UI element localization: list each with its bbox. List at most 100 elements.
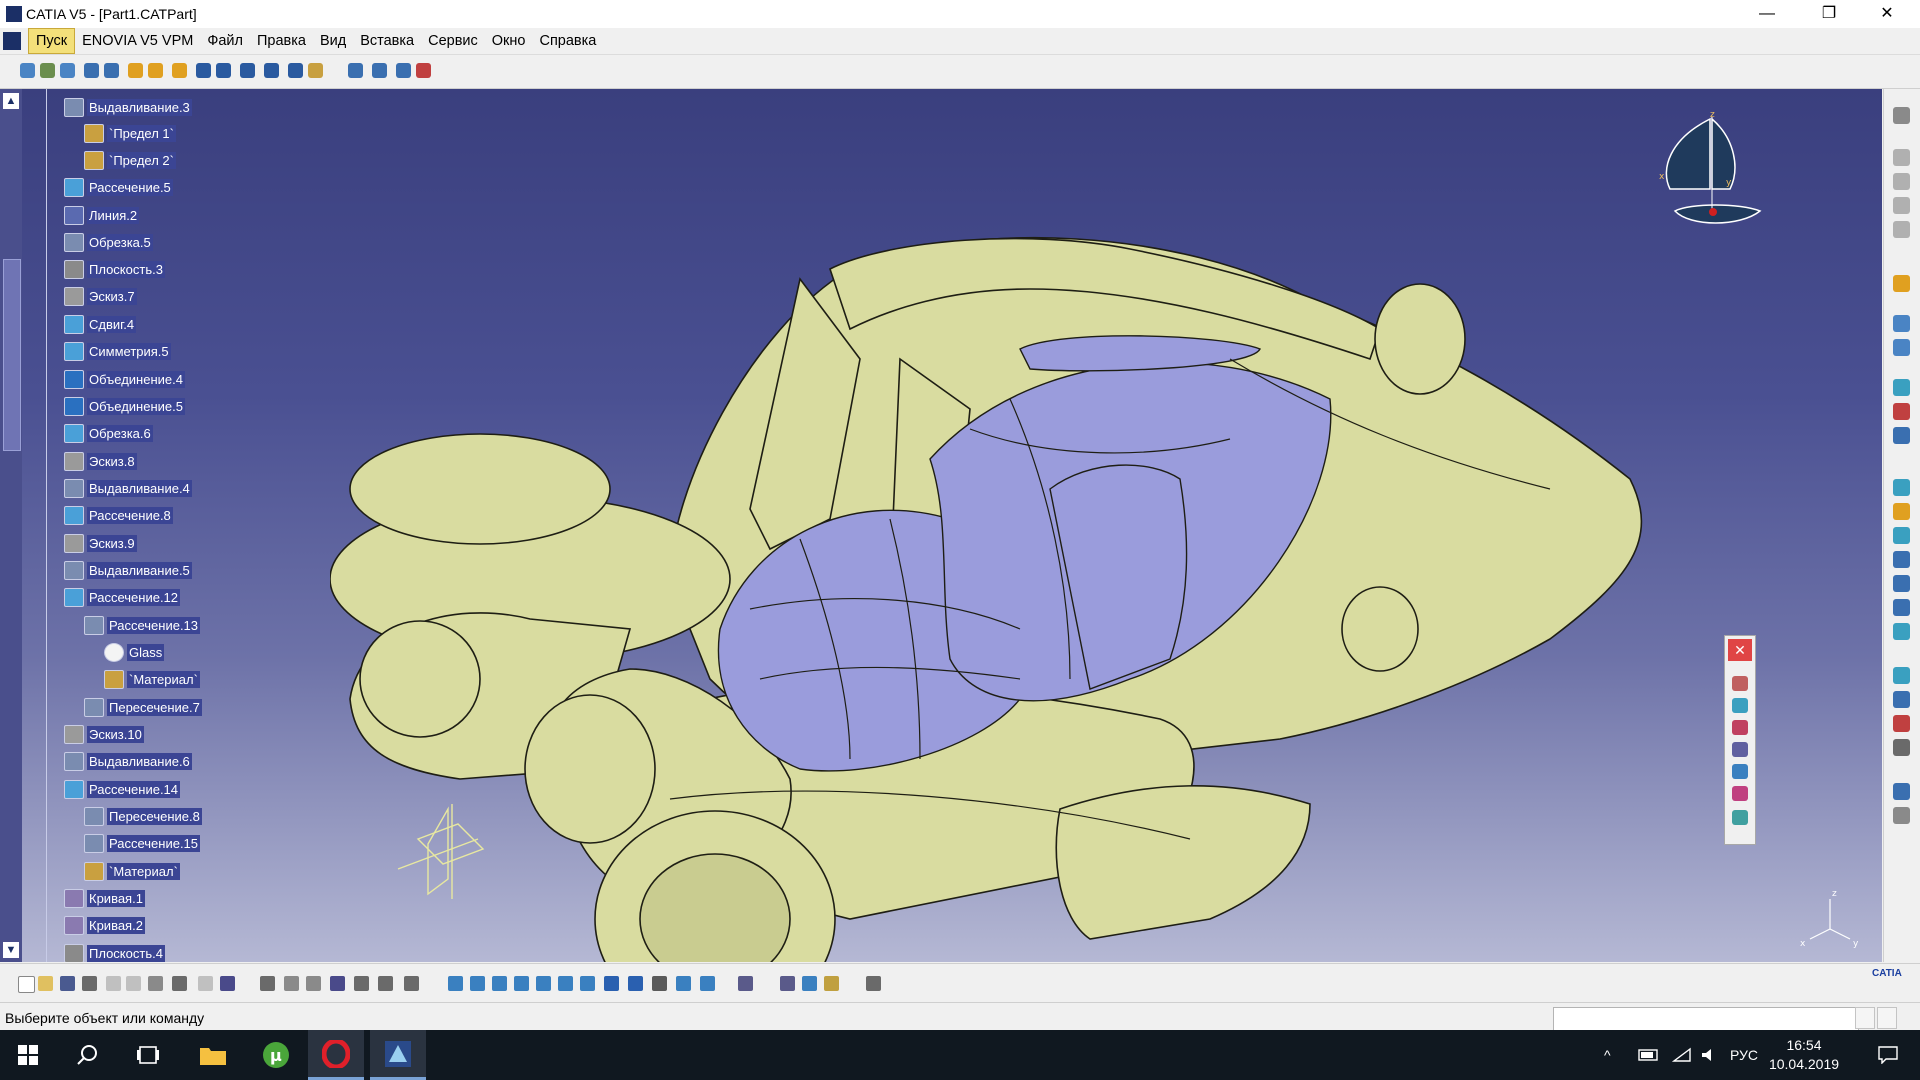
opera-icon[interactable] bbox=[308, 1030, 364, 1080]
analysis-tool-icon[interactable] bbox=[1893, 623, 1910, 640]
formula-icon[interactable] bbox=[260, 976, 275, 991]
menu-file[interactable]: Файл bbox=[200, 28, 250, 54]
undo-icon[interactable] bbox=[172, 976, 187, 991]
record-icon[interactable] bbox=[866, 976, 881, 991]
fit-all-icon[interactable] bbox=[470, 976, 485, 991]
line-tool-icon[interactable] bbox=[1893, 339, 1910, 356]
update-icon[interactable] bbox=[738, 976, 753, 991]
tree-node-label[interactable]: Выдавливание.4 bbox=[87, 479, 192, 497]
extract-tool-icon[interactable] bbox=[308, 63, 323, 78]
tree-node-label[interactable]: Выдавливание.6 bbox=[87, 752, 192, 770]
measure-icon[interactable] bbox=[404, 976, 419, 991]
notification-center-icon[interactable] bbox=[1878, 1030, 1898, 1080]
battery-icon[interactable] bbox=[1638, 1030, 1660, 1080]
corner-tool-icon[interactable] bbox=[1893, 691, 1910, 708]
wifi-icon[interactable] bbox=[1672, 1030, 1692, 1080]
tree-node[interactable]: `Предел 1` bbox=[84, 123, 176, 143]
copy-icon[interactable] bbox=[126, 976, 141, 991]
shading-tool-icon[interactable] bbox=[1732, 742, 1748, 757]
tree-node-label[interactable]: Выдавливание.5 bbox=[87, 561, 192, 579]
hide-icon[interactable] bbox=[780, 976, 795, 991]
environment-tool-icon[interactable] bbox=[1732, 764, 1748, 779]
boundary-tool-icon[interactable] bbox=[288, 63, 303, 78]
fill-tool-icon[interactable] bbox=[128, 63, 143, 78]
tree-node[interactable]: Сдвиг.4 bbox=[64, 314, 137, 334]
tree-node[interactable]: Выдавливание.6 bbox=[64, 751, 192, 771]
reference-icon[interactable] bbox=[378, 976, 393, 991]
tree-node-label[interactable]: Пересечение.7 bbox=[107, 698, 202, 716]
sketcher-icon[interactable] bbox=[1893, 107, 1910, 124]
loft-tool-icon[interactable] bbox=[148, 63, 163, 78]
tree-node-label[interactable]: Линия.2 bbox=[87, 206, 140, 224]
normal-view-icon[interactable] bbox=[580, 976, 595, 991]
catia-icon[interactable] bbox=[370, 1030, 426, 1080]
swap-space-icon[interactable] bbox=[700, 976, 715, 991]
tree-node-label[interactable]: Рассечение.15 bbox=[107, 834, 201, 852]
tree-node[interactable]: `Предел 2` bbox=[84, 150, 176, 170]
comment-icon[interactable] bbox=[284, 976, 299, 991]
scroll-down-arrow-icon[interactable]: ▼ bbox=[3, 942, 19, 958]
reorder-icon[interactable] bbox=[802, 976, 817, 991]
tree-node[interactable]: Обрезка.5 bbox=[64, 232, 153, 252]
sweep-tool-icon[interactable] bbox=[104, 63, 119, 78]
tree-node[interactable]: Выдавливание.5 bbox=[64, 560, 192, 580]
tree-node-label[interactable]: Плоскость.4 bbox=[87, 944, 165, 962]
menu-insert[interactable]: Вставка bbox=[353, 28, 421, 54]
tree-node-label[interactable]: Выдавливание.3 bbox=[87, 98, 192, 116]
symmetry-tool-icon[interactable] bbox=[396, 63, 411, 78]
circle-tool-icon[interactable] bbox=[1893, 503, 1910, 520]
search-icon[interactable] bbox=[60, 1030, 116, 1080]
restore-button[interactable]: ❐ bbox=[1806, 0, 1852, 28]
tree-node[interactable]: Симметрия.5 bbox=[64, 341, 171, 361]
tree-node-label[interactable]: Плоскость.3 bbox=[87, 260, 165, 278]
sphere-tool-icon[interactable] bbox=[60, 63, 75, 78]
clock[interactable]: 16:54 10.04.2019 bbox=[1746, 1036, 1862, 1074]
split-tool-icon[interactable] bbox=[240, 63, 255, 78]
tree-node-label[interactable]: Рассечение.12 bbox=[87, 588, 181, 606]
tree-node-label[interactable]: Пересечение.8 bbox=[107, 807, 202, 825]
table-icon[interactable] bbox=[330, 976, 345, 991]
tree-node-label[interactable]: Обрезка.6 bbox=[87, 424, 153, 442]
minimize-button[interactable]: — bbox=[1744, 0, 1790, 28]
tree-node[interactable]: Рассечение.13 bbox=[84, 615, 201, 635]
compass-icon[interactable]: x y z bbox=[1650, 109, 1790, 259]
tree-node[interactable]: Эскиз.9 bbox=[64, 533, 137, 553]
tray-chevron[interactable]: ^ bbox=[1604, 1030, 1611, 1080]
light-tool-icon[interactable] bbox=[1732, 786, 1748, 801]
intersection-tool-icon[interactable] bbox=[1893, 427, 1910, 444]
sphere-render-icon[interactable] bbox=[1732, 698, 1748, 713]
menu-help[interactable]: Справка bbox=[532, 28, 603, 54]
tree-node[interactable]: Рассечение.14 bbox=[64, 779, 181, 799]
pan-icon[interactable] bbox=[492, 976, 507, 991]
join-tool-icon[interactable] bbox=[196, 63, 211, 78]
floating-toolbar-close-icon[interactable]: ✕ bbox=[1728, 639, 1752, 661]
tree-node[interactable]: Кривая.2 bbox=[64, 915, 145, 935]
surface-tool-icon[interactable] bbox=[1893, 403, 1910, 420]
tree-node-label[interactable]: Объединение.5 bbox=[87, 397, 185, 415]
sphere-icon[interactable] bbox=[1893, 551, 1910, 568]
tree-node[interactable]: Рассечение.12 bbox=[64, 587, 181, 607]
tree-node-label[interactable]: `Предел 2` bbox=[107, 151, 176, 169]
task-view-icon[interactable] bbox=[120, 1030, 176, 1080]
new-file-icon[interactable] bbox=[18, 976, 35, 993]
scroll-thumb[interactable] bbox=[3, 259, 21, 451]
tree-node[interactable]: Пересечение.7 bbox=[84, 697, 202, 717]
tree-node[interactable]: Плоскость.4 bbox=[64, 943, 165, 962]
fly-mode-icon[interactable] bbox=[448, 976, 463, 991]
revolve-tool-icon[interactable] bbox=[40, 63, 55, 78]
tree-node[interactable]: Рассечение.15 bbox=[84, 833, 201, 853]
redo-icon[interactable] bbox=[198, 976, 213, 991]
tree-node-label[interactable]: Объединение.4 bbox=[87, 370, 185, 388]
tree-node[interactable]: `Материал` bbox=[84, 861, 180, 881]
trim-tool-icon[interactable] bbox=[264, 63, 279, 78]
healing-tool-icon[interactable] bbox=[216, 63, 231, 78]
shading-icon[interactable] bbox=[652, 976, 667, 991]
tree-node-label[interactable]: Эскиз.10 bbox=[87, 725, 144, 743]
tree-node[interactable]: Плоскость.3 bbox=[64, 259, 165, 279]
save-icon[interactable] bbox=[60, 976, 75, 991]
zoom-out-icon[interactable] bbox=[558, 976, 573, 991]
projection-tool-icon[interactable] bbox=[1893, 479, 1910, 496]
menu-window[interactable]: Окно bbox=[485, 28, 533, 54]
view-tool-icon[interactable] bbox=[1893, 173, 1910, 190]
select-arrow-icon[interactable] bbox=[1893, 275, 1910, 292]
